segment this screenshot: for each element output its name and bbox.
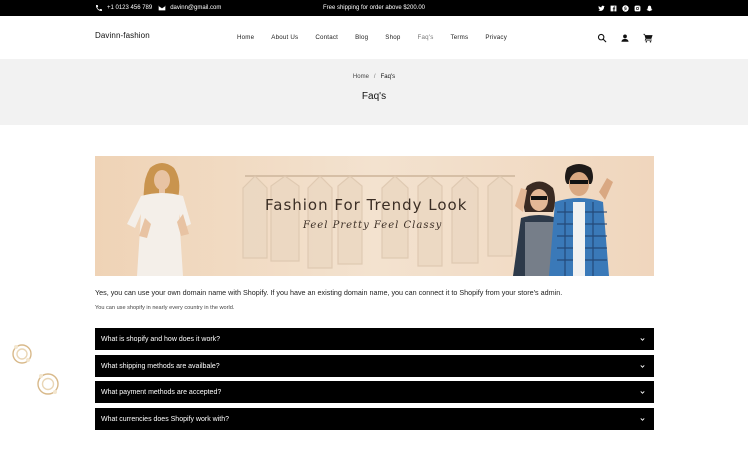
faq-answer-text: Yes, you can use your own domain name wi… <box>95 288 563 297</box>
chevron-down-icon <box>639 363 646 370</box>
nav-privacy[interactable]: Privacy <box>485 34 507 41</box>
nav-contact[interactable]: Contact <box>315 34 338 41</box>
nav-blog[interactable]: Blog <box>355 34 368 41</box>
chevron-down-icon <box>639 416 646 423</box>
nav-faqs[interactable]: Faq's <box>418 34 434 41</box>
faq-question: What is shopify and how does it work? <box>101 335 221 343</box>
search-icon[interactable] <box>597 33 607 43</box>
breadcrumb-home[interactable]: Home <box>353 74 369 80</box>
site-header: Davinn-fashion Home About Us Contact Blo… <box>0 16 748 59</box>
hero-title: Fashion For Trendy Look <box>265 196 468 214</box>
faq-question: What shipping methods are availbale? <box>101 362 220 370</box>
nav-about-us[interactable]: About Us <box>271 34 298 41</box>
instagram-icon[interactable] <box>634 5 641 12</box>
snapchat-icon[interactable] <box>646 5 653 12</box>
header-actions <box>597 16 653 59</box>
faq-item[interactable]: What is shopify and how does it work? <box>95 328 654 350</box>
faq-answer-note: You can use shopify in nearly every coun… <box>95 305 235 311</box>
faq-question: What currencies does Shopify work with? <box>101 415 229 423</box>
faq-item[interactable]: What shipping methods are availbale? <box>95 355 654 377</box>
top-bar: +1 0123 456 789 davinn@gmail.com Free sh… <box>0 0 748 16</box>
faq-question: What payment methods are accepted? <box>101 388 222 396</box>
faq-item[interactable]: What payment methods are accepted? <box>95 381 654 403</box>
hero-subtitle: Feel Pretty Feel Classy <box>303 220 443 231</box>
breadcrumb-current: Faq's <box>380 74 396 80</box>
faq-item[interactable]: What currencies does Shopify work with? <box>95 408 654 430</box>
breadcrumb: Home / Faq's <box>0 74 748 80</box>
hero-illustration <box>95 156 654 276</box>
facebook-icon[interactable] <box>610 5 617 12</box>
chevron-down-icon <box>639 336 646 343</box>
breadcrumb-separator: / <box>373 74 376 80</box>
breadcrumb-banner: Home / Faq's Faq's <box>0 59 748 125</box>
nav-terms[interactable]: Terms <box>450 34 468 41</box>
cart-icon[interactable] <box>643 33 653 43</box>
account-icon[interactable] <box>620 33 630 43</box>
nav-home[interactable]: Home <box>237 34 254 41</box>
twitter-icon[interactable] <box>598 5 605 12</box>
social-links <box>598 0 653 16</box>
page-title: Faq's <box>361 91 387 102</box>
earrings-decoration <box>12 344 59 395</box>
nav-shop[interactable]: Shop <box>385 34 400 41</box>
chevron-down-icon <box>639 389 646 396</box>
pinterest-icon[interactable] <box>622 4 629 12</box>
hero-banner: Fashion For Trendy Look Feel Pretty Feel… <box>95 156 654 276</box>
